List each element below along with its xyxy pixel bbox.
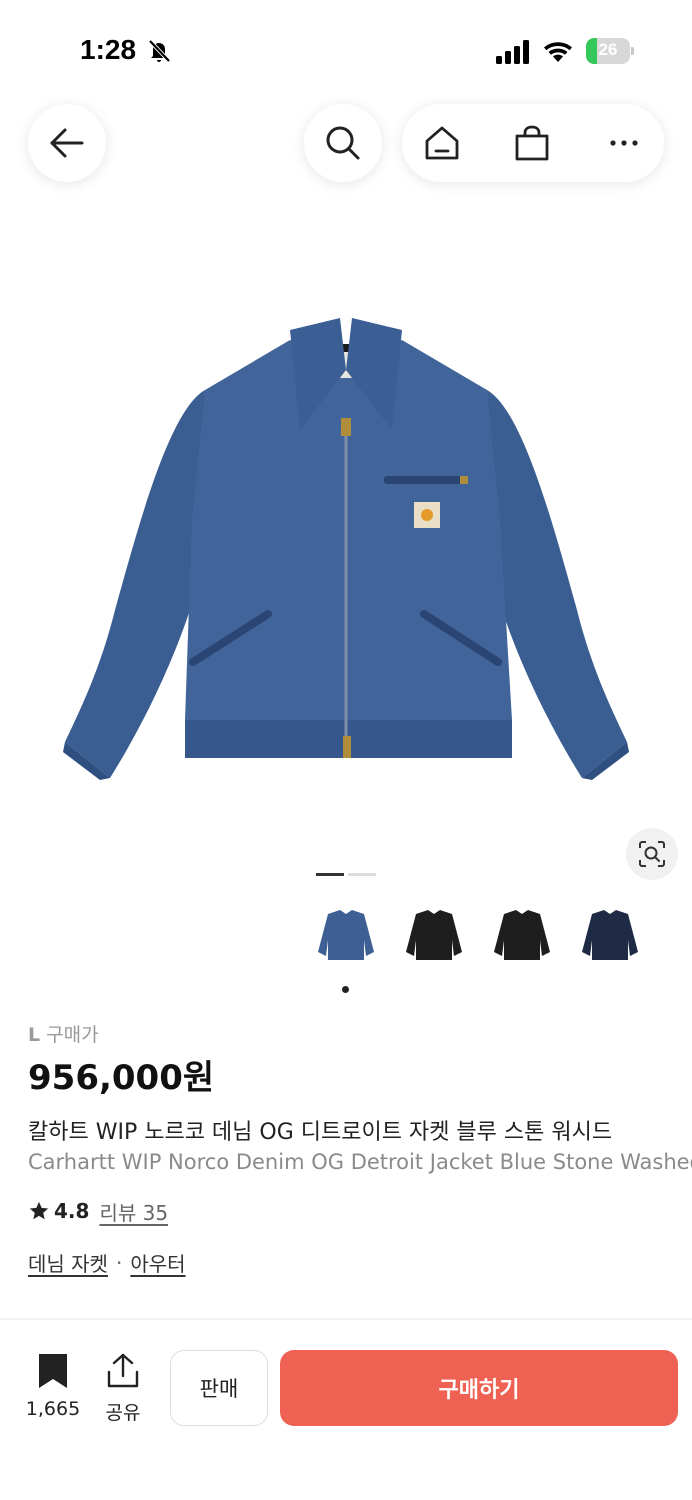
jacket-thumbnail-image [318,910,374,960]
wifi-icon [544,42,572,62]
section-divider [0,1318,692,1320]
more-dots-icon [610,140,638,146]
star-icon [29,1201,49,1220]
nav-actions-group [402,104,664,182]
category-separator: · [115,1250,123,1275]
color-thumbnail[interactable] [394,900,474,980]
status-time: 1:28 [80,34,137,65]
price-type-label: 구매가 [46,1024,99,1046]
search-button[interactable] [304,104,382,182]
bookmark-count: 1,665 [25,1398,81,1420]
selected-thumbnail-dot [342,986,349,993]
bookmark-button[interactable]: 1,665 [22,1352,84,1420]
battery-indicator: 26 [586,38,634,64]
product-name-english: Carhartt WIP Norco Denim OG Detroit Jack… [28,1150,692,1174]
bottom-action-bar: 1,665 공유 판매 구매하기 [0,1332,692,1500]
battery-level-text: 26 [598,40,618,59]
image-search-button[interactable] [626,828,678,880]
category-link-denim-jacket[interactable]: 데님 자켓 [28,1248,108,1277]
product-name-korean: 칼하트 WIP 노르코 데님 OG 디트로이트 자켓 블루 스톤 워시드 [28,1120,613,1145]
back-button[interactable] [28,104,106,182]
jacket-thumbnail-image [494,910,550,960]
share-label: 공유 [105,1402,141,1424]
share-icon [107,1353,139,1388]
shopping-bag-button[interactable] [512,123,552,163]
more-button[interactable] [604,123,644,163]
cellular-signal-icon [496,40,529,64]
bookmark-icon [39,1354,67,1388]
sell-button[interactable]: 판매 [170,1350,268,1426]
color-thumbnail[interactable] [306,900,386,980]
size-price-label: L 구매가 [28,1020,99,1047]
buy-button[interactable]: 구매하기 [280,1350,678,1426]
share-button[interactable]: 공유 [100,1352,146,1425]
home-icon [425,126,459,160]
home-button[interactable] [422,123,462,163]
category-breadcrumb: 데님 자켓 · 아우터 [28,1248,186,1277]
lens-search-icon [639,841,665,867]
status-bar: 1:28 26 [0,0,692,100]
jacket-thumbnail-image [406,910,462,960]
size-value: L [28,1024,41,1046]
gallery-page-indicator [348,873,376,876]
bell-slash-icon [148,39,171,63]
search-icon [326,126,360,160]
color-thumbnail[interactable] [482,900,562,980]
jacket-thumbnail-image [582,910,638,960]
category-link-outer[interactable]: 아우터 [130,1248,185,1277]
gallery-page-indicator-active [316,873,344,876]
arrow-left-icon [50,128,84,158]
shopping-bag-icon [515,125,549,161]
rating-row: 4.8 리뷰 35 [28,1196,168,1226]
rating-value: 4.8 [54,1199,90,1223]
review-count-link[interactable]: 리뷰 35 [99,1197,168,1226]
color-thumbnail[interactable] [570,900,650,980]
product-price: 956,000원 [28,1058,215,1098]
product-image[interactable] [0,280,692,820]
